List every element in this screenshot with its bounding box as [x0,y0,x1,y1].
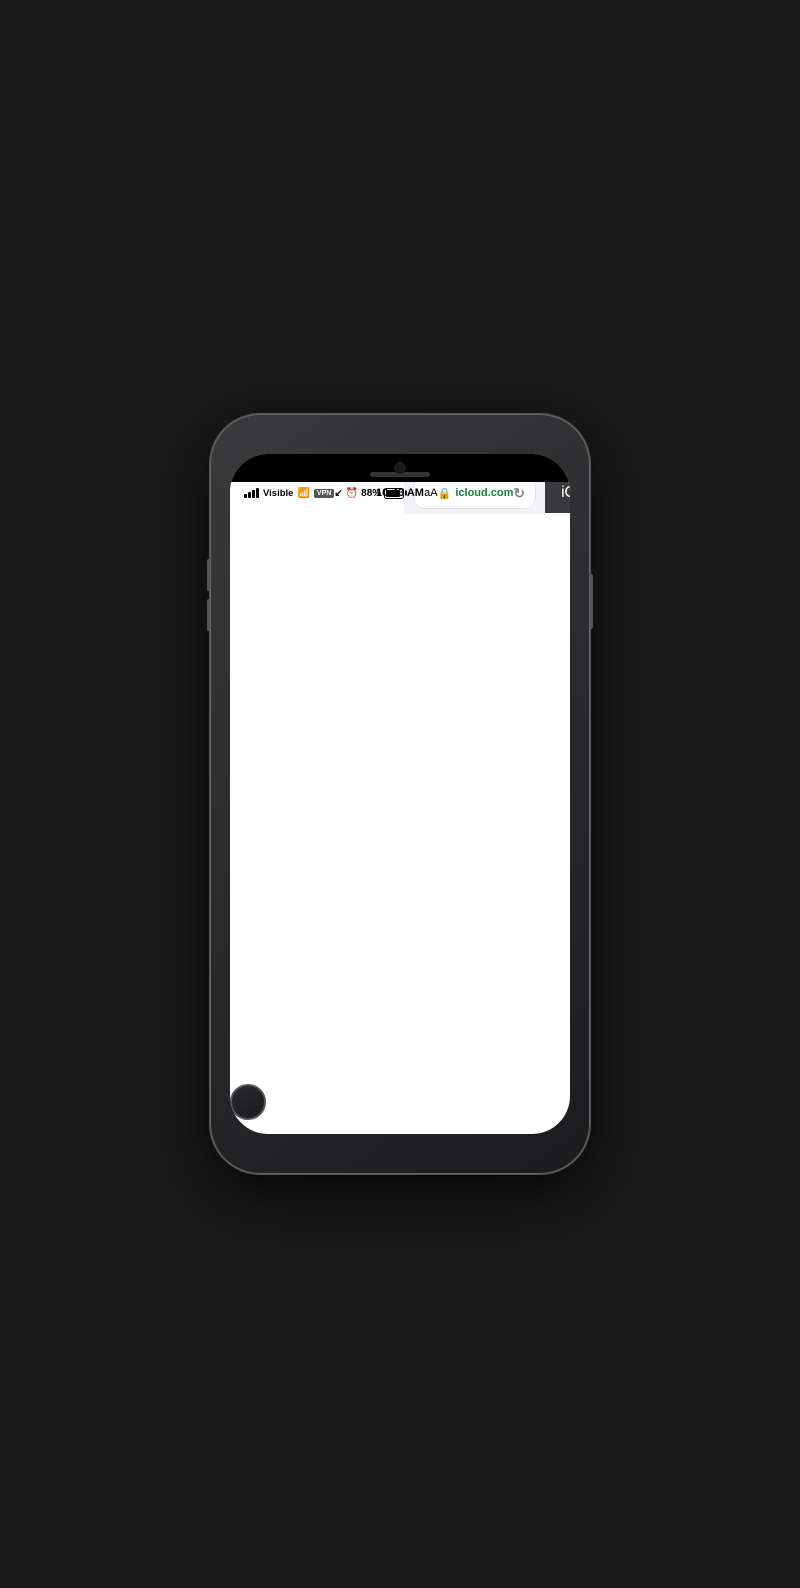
signal-bar-2 [248,492,251,498]
volume-down-button[interactable] [207,599,210,631]
alarm-icon: ⏰ [346,488,358,499]
reload-icon[interactable]: ↻ [513,485,525,502]
status-left: Visible 📶 VPN [244,488,334,499]
status-right: ↙ ⏰ 88% [334,488,404,499]
text-size-button[interactable]: aA [424,487,437,499]
signal-bar-4 [256,488,259,498]
location-icon: ↙ [334,488,342,499]
phone-screen: Visible 📶 VPN 10:43 AM ↙ ⏰ 88% aA [230,454,570,1134]
url-bar[interactable]: aA 🔒 icloud.com ↻ [414,482,535,508]
signal-bar-3 [252,490,255,498]
battery-icon [384,488,404,499]
home-button[interactable] [230,1084,266,1120]
icloud-header: iCloud Andrew ˅ [545,482,570,513]
battery-fill [386,490,400,497]
lock-icon: 🔒 [438,487,452,500]
phone-frame: Visible 📶 VPN 10:43 AM ↙ ⏰ 88% aA [210,414,590,1174]
status-bar: Visible 📶 VPN 10:43 AM ↙ ⏰ 88% aA [230,482,570,504]
notch-bar [230,454,570,482]
screen-content: Visible 📶 VPN 10:43 AM ↙ ⏰ 88% aA [230,482,570,1134]
carrier-name: Visible [263,488,293,499]
power-button[interactable] [590,574,593,629]
icloud-logo: iCloud [561,484,570,502]
signal-bar-1 [244,494,247,498]
url-display[interactable]: 🔒 icloud.com [438,487,514,500]
vpn-badge: VPN [314,489,334,498]
wifi-icon: 📶 [297,488,309,499]
url-text: icloud.com [455,487,513,499]
volume-up-button[interactable] [207,559,210,591]
speaker-grille [370,472,430,477]
signal-bars-icon [244,488,259,498]
url-bar-container: aA 🔒 icloud.com ↻ [404,482,545,514]
